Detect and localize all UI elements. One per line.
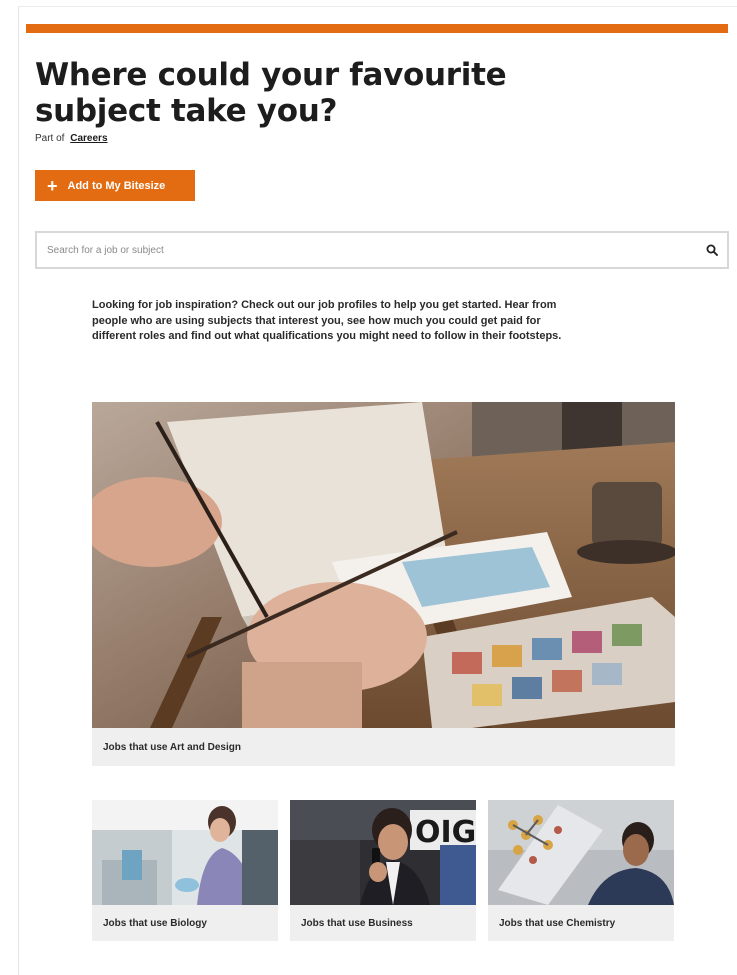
card-art-and-design[interactable]: Jobs that use Art and Design [92,402,675,766]
card-chemistry[interactable]: Jobs that use Chemistry [488,800,674,941]
card-caption: Jobs that use Art and Design [92,728,675,766]
svg-text:OIG: OIG [415,815,476,850]
card-business[interactable]: OIG Jobs that use Business [290,800,476,941]
intro-paragraph: Looking for job inspiration? Check out o… [92,299,562,342]
brand-accent-bar [26,24,728,33]
business-image: OIG [290,800,476,905]
page-title: Where could your favourite subject take … [35,57,507,129]
search-icon[interactable] [697,233,727,267]
chemistry-image [488,800,674,905]
card-caption: Jobs that use Biology [92,905,278,941]
card-caption: Jobs that use Chemistry [488,905,674,941]
breadcrumb-link-careers[interactable]: Careers [70,133,107,144]
search-bar [35,231,729,269]
breadcrumb-prefix: Part of [35,133,65,144]
card-biology[interactable]: Jobs that use Biology [92,800,278,941]
breadcrumb: Part of Careers [35,133,108,144]
art-and-design-image [92,402,675,728]
biology-image [92,800,278,905]
add-to-my-bitesize-label: Add to My Bitesize [67,179,166,192]
card-caption: Jobs that use Business [290,905,476,941]
add-to-my-bitesize-button[interactable]: + Add to My Bitesize [35,170,195,201]
search-input[interactable] [37,233,697,267]
plus-icon: + [47,175,58,196]
